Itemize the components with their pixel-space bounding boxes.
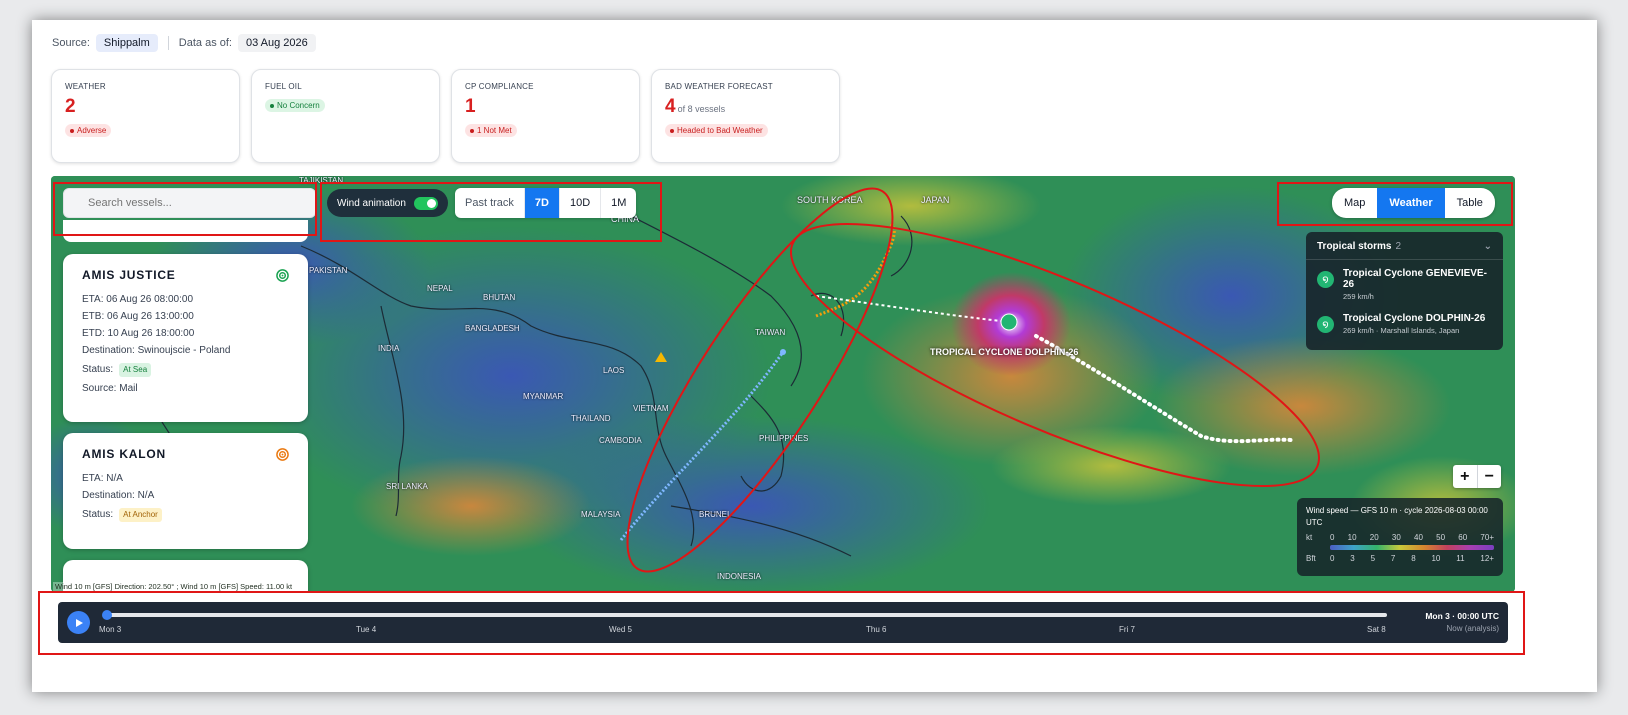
annotation-ellipses	[626, 187, 1320, 573]
